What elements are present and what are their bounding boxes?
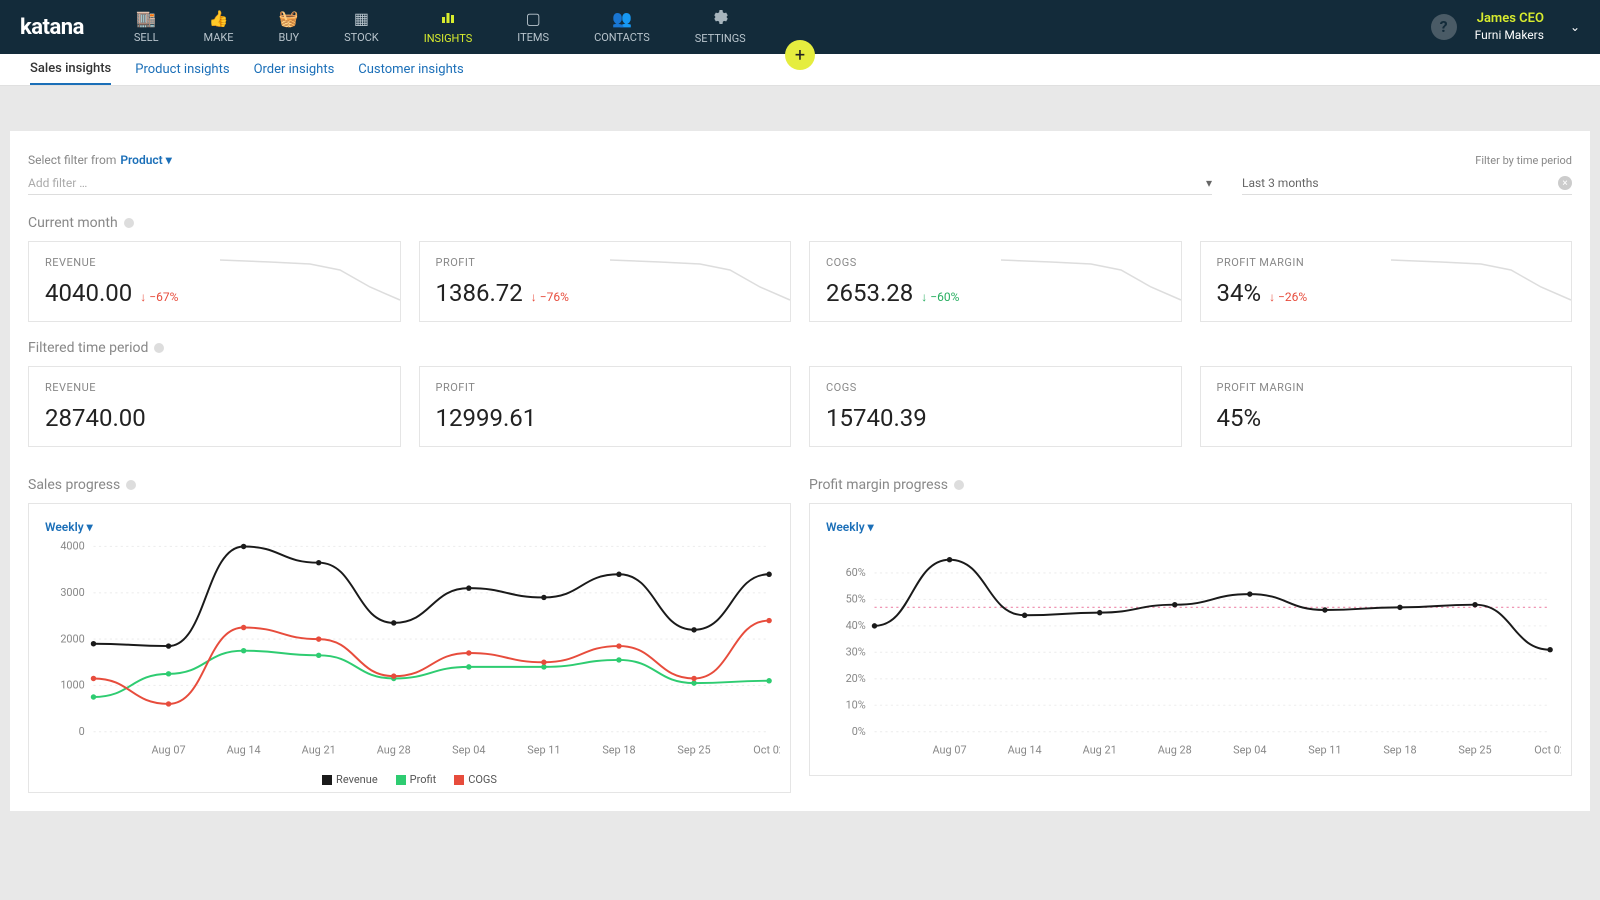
svg-text:0: 0 <box>79 725 85 738</box>
nav-contacts[interactable]: 👥CONTACTS <box>594 9 650 45</box>
svg-text:0%: 0% <box>852 725 866 738</box>
svg-text:Aug 21: Aug 21 <box>302 744 336 757</box>
svg-text:Sep 18: Sep 18 <box>1383 744 1416 757</box>
nav-make[interactable]: 👍MAKE <box>204 9 234 45</box>
svg-text:Sep 04: Sep 04 <box>1233 744 1266 757</box>
tab-product-insights[interactable]: Product insights <box>135 55 229 84</box>
info-icon <box>126 480 136 490</box>
svg-text:Aug 21: Aug 21 <box>1083 744 1117 757</box>
tab-order-insights[interactable]: Order insights <box>254 55 335 84</box>
svg-text:40%: 40% <box>846 619 866 632</box>
info-icon <box>954 480 964 490</box>
kpi-profit: PROFIT1386.72↓ −76% <box>419 241 792 322</box>
info-icon <box>154 343 164 353</box>
basket-icon: 🧺 <box>279 9 299 28</box>
svg-text:3000: 3000 <box>60 586 84 599</box>
nav-stock[interactable]: ▦STOCK <box>344 9 379 45</box>
sales-interval-dropdown[interactable]: Weekly ▾ <box>39 518 99 536</box>
user-name: James CEO <box>1475 11 1544 28</box>
svg-text:1000: 1000 <box>60 679 84 692</box>
svg-text:20%: 20% <box>846 672 866 685</box>
svg-text:Sep 18: Sep 18 <box>602 744 635 757</box>
svg-text:4000: 4000 <box>60 540 84 553</box>
logo: katana <box>20 15 84 40</box>
nav-settings[interactable]: SETTINGS <box>695 9 746 45</box>
kpi-revenue: REVENUE28740.00 <box>28 366 401 447</box>
filter-select-label: Select filter from <box>28 153 116 167</box>
thumbs-icon: 👍 <box>209 9 229 28</box>
svg-text:Sep 25: Sep 25 <box>1458 744 1491 757</box>
nav-insights[interactable]: INSIGHTS <box>424 9 473 45</box>
add-filter-input[interactable]: Add filter … ▾ <box>28 172 1212 195</box>
svg-text:2000: 2000 <box>60 632 84 645</box>
filter-select-dropdown[interactable]: Product ▾ <box>120 153 171 167</box>
kpi-profit-margin: PROFIT MARGIN45% <box>1200 366 1573 447</box>
people-icon: 👥 <box>612 9 632 28</box>
svg-text:Aug 28: Aug 28 <box>1158 744 1192 757</box>
caret-down-icon: ▾ <box>166 153 172 167</box>
user-company: Furni Makers <box>1475 28 1544 44</box>
legend-profit: Profit <box>396 773 437 786</box>
kpi-revenue: REVENUE4040.00↓ −67% <box>28 241 401 322</box>
legend-cogs: COGS <box>454 773 497 786</box>
storefront-icon: 🏬 <box>136 9 156 28</box>
section-current-title: Current month <box>28 215 1572 231</box>
svg-text:Aug 07: Aug 07 <box>152 744 186 757</box>
svg-text:Aug 14: Aug 14 <box>1008 744 1042 757</box>
svg-text:Sep 11: Sep 11 <box>527 744 560 757</box>
section-filtered-title: Filtered time period <box>28 340 1572 356</box>
user-menu[interactable]: James CEO Furni Makers <box>1475 11 1544 43</box>
svg-text:50%: 50% <box>846 593 866 606</box>
time-filter-label: Filter by time period <box>1475 154 1572 167</box>
svg-text:Sep 04: Sep 04 <box>452 744 485 757</box>
tab-customer-insights[interactable]: Customer insights <box>358 55 463 84</box>
caret-down-icon: ▾ <box>868 520 874 534</box>
sales-legend: Revenue Profit COGS <box>39 773 780 786</box>
kpi-profit-margin: PROFIT MARGIN34%↓ −26% <box>1200 241 1573 322</box>
margin-interval-dropdown[interactable]: Weekly ▾ <box>820 518 880 536</box>
nav-items[interactable]: ▢ITEMS <box>517 9 549 45</box>
caret-down-icon: ▾ <box>87 520 93 534</box>
chevron-down-icon[interactable]: ⌄ <box>1570 20 1580 34</box>
nav-buy[interactable]: 🧺BUY <box>279 9 300 45</box>
section-sales-progress-title: Sales progress <box>28 477 791 493</box>
kpi-cogs: COGS15740.39 <box>809 366 1182 447</box>
section-margin-progress-title: Profit margin progress <box>809 477 1572 493</box>
top-nav: katana 🏬SELL 👍MAKE 🧺BUY ▦STOCK INSIGHTS ▢ITEM… <box>0 0 1600 54</box>
clear-icon[interactable]: × <box>1558 176 1572 190</box>
svg-text:Aug 14: Aug 14 <box>227 744 261 757</box>
box-icon: ▢ <box>526 9 541 28</box>
time-filter-input[interactable]: Last 3 months × <box>1242 172 1572 195</box>
margin-progress-chart: Weekly ▾ 0% 10% 20% 30% 40% 50% 60% Aug 07 Aug 1… <box>809 503 1572 776</box>
svg-text:Oct 02: Oct 02 <box>1534 744 1561 757</box>
svg-text:Sep 25: Sep 25 <box>677 744 710 757</box>
svg-text:Aug 28: Aug 28 <box>377 744 411 757</box>
chart-icon <box>440 9 456 29</box>
svg-text:10%: 10% <box>846 699 866 712</box>
info-icon <box>124 218 134 228</box>
svg-text:Sep 11: Sep 11 <box>1308 744 1341 757</box>
legend-revenue: Revenue <box>322 773 378 786</box>
nav-items: 🏬SELL 👍MAKE 🧺BUY ▦STOCK INSIGHTS ▢ITEMS 👥CONTA… <box>134 9 746 45</box>
help-icon[interactable]: ? <box>1431 14 1457 40</box>
caret-down-icon: ▾ <box>1206 176 1212 190</box>
svg-text:Oct 02: Oct 02 <box>753 744 780 757</box>
svg-text:30%: 30% <box>846 646 866 659</box>
sales-progress-chart: Weekly ▾ 0 1000 2000 3000 4000 Aug 07 Aug 14 Au… <box>28 503 791 793</box>
nav-sell[interactable]: 🏬SELL <box>134 9 159 45</box>
kpi-profit: PROFIT12999.61 <box>419 366 792 447</box>
svg-text:60%: 60% <box>846 566 866 579</box>
grid-icon: ▦ <box>354 9 369 28</box>
kpi-row-filtered: REVENUE28740.00PROFIT12999.61COGS15740.3… <box>28 366 1572 447</box>
kpi-row-current: REVENUE4040.00↓ −67%PROFIT1386.72↓ −76%C… <box>28 241 1572 322</box>
gear-icon <box>712 9 728 29</box>
svg-text:Aug 07: Aug 07 <box>933 744 967 757</box>
tab-sales-insights[interactable]: Sales insights <box>30 54 111 85</box>
kpi-cogs: COGS2653.28↓ −60% <box>809 241 1182 322</box>
add-button[interactable]: + <box>785 40 815 70</box>
